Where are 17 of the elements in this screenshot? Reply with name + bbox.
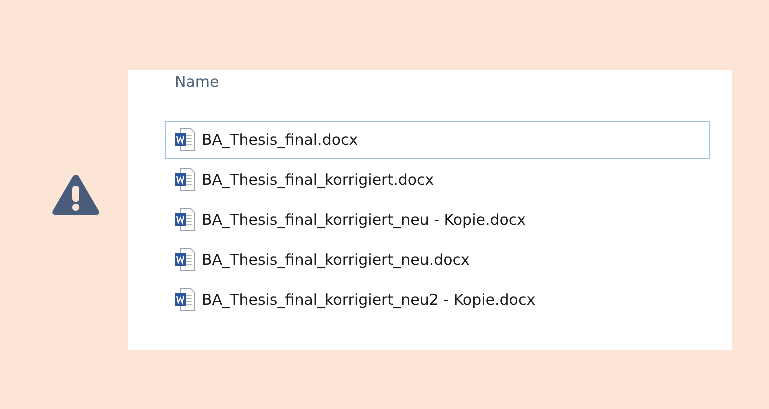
word-document-icon [174,288,196,312]
word-document-icon [174,248,196,272]
word-document-icon [174,168,196,192]
file-name: BA_Thesis_final_korrigiert_neu2 - Kopie.docx [202,291,536,309]
word-document-icon [174,128,196,152]
file-name: BA_Thesis_final_korrigiert.docx [202,171,434,189]
file-name: BA_Thesis_final_korrigiert_neu.docx [202,251,470,269]
file-row[interactable]: BA_Thesis_final.docx [165,121,710,159]
file-name: BA_Thesis_final.docx [202,131,358,149]
file-row[interactable]: BA_Thesis_final_korrigiert_neu - Kopie.docx [165,201,710,239]
word-document-icon [174,208,196,232]
file-row[interactable]: BA_Thesis_final_korrigiert_neu2 - Kopie.docx [165,281,710,319]
file-row[interactable]: BA_Thesis_final_korrigiert.docx [165,161,710,199]
file-name: BA_Thesis_final_korrigiert_neu - Kopie.docx [202,211,526,229]
file-row[interactable]: BA_Thesis_final_korrigiert_neu.docx [165,241,710,279]
column-header[interactable]: Name [165,55,710,108]
warning-icon [51,173,101,217]
